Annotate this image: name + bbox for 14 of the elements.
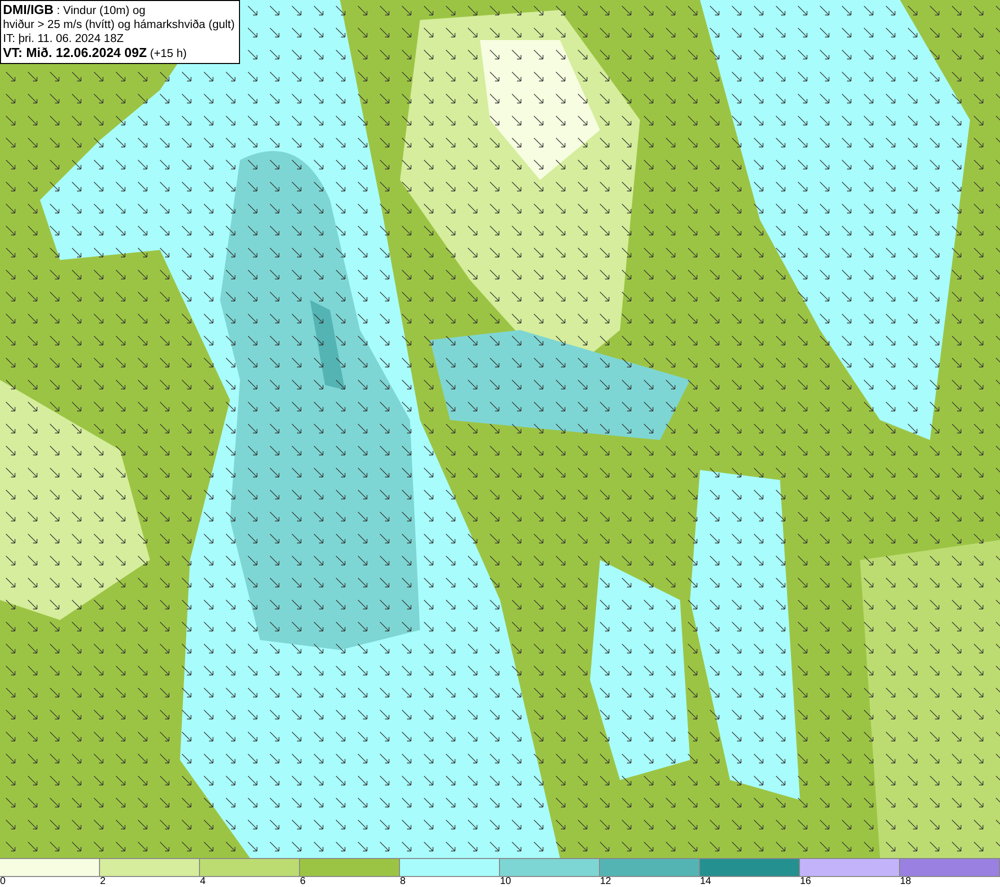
legend-label: 18	[900, 877, 912, 887]
legend-label: 12	[600, 877, 612, 887]
legend-label: 0	[0, 877, 6, 887]
info-line: VT: Mið. 12.06.2024 09Z (+15 h)	[3, 46, 188, 61]
legend-label: 16	[800, 877, 812, 887]
info-line: DMI/IGB : Vindur (10m) og	[3, 3, 146, 18]
legend-label: 2	[100, 877, 106, 887]
legend-label: 8	[400, 877, 406, 887]
info-line: IT: þri. 11. 06. 2024 18Z	[3, 32, 125, 46]
legend-label: 14	[700, 877, 712, 887]
legend-label: 6	[300, 877, 306, 887]
legend-label: 10	[500, 877, 512, 887]
legend-label: 4	[200, 877, 206, 887]
info-line: hviður > 25 m/s (hvítt) og hámarkshviða (gult)	[3, 18, 235, 32]
